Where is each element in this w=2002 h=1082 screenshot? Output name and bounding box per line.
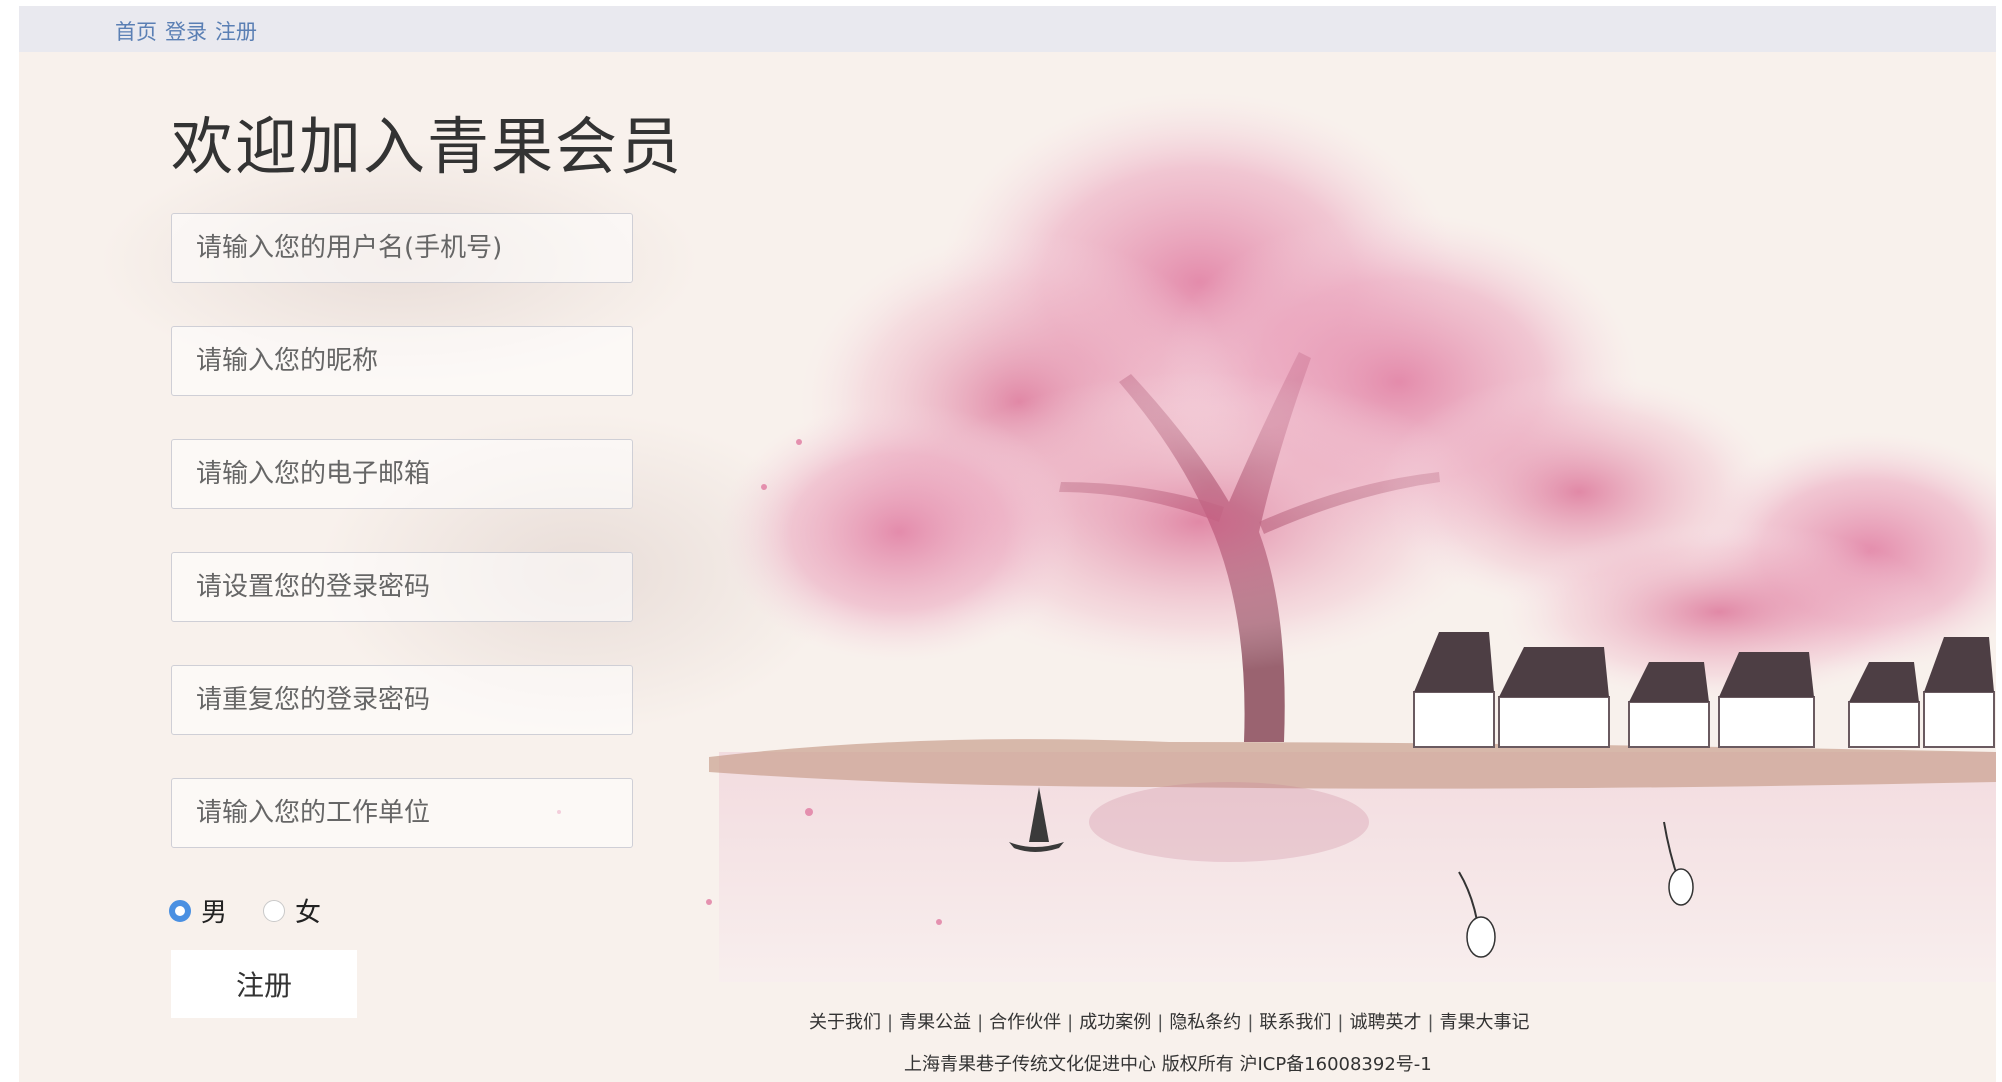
- nickname-field[interactable]: [171, 326, 633, 396]
- gender-option-female[interactable]: 女: [263, 892, 321, 929]
- female-radio[interactable]: [263, 899, 286, 922]
- copyright-notice: 上海青果巷子传统文化促进中心 版权所有 沪ICP备16008392号-1: [904, 1054, 1432, 1075]
- top-nav-links: 首页 登录 注册: [115, 16, 257, 46]
- gender-selector: 男 女: [169, 892, 357, 929]
- footer-link-cases[interactable]: 成功案例: [1079, 1012, 1151, 1033]
- footer-link-contact[interactable]: 联系我们: [1259, 1012, 1331, 1033]
- footer-link-about[interactable]: 关于我们: [809, 1012, 881, 1033]
- email-field[interactable]: [171, 439, 633, 509]
- female-label: 女: [295, 898, 322, 928]
- footer-separator: |: [1247, 1012, 1254, 1033]
- top-nav-bar: 首页 登录 注册: [19, 6, 1996, 52]
- male-label: 男: [201, 898, 228, 928]
- footer-link-partners[interactable]: 合作伙伴: [989, 1012, 1061, 1033]
- password-field[interactable]: [171, 552, 633, 622]
- footer-separator: |: [977, 1012, 984, 1033]
- page-frame: 首页 登录 注册 欢迎加入青果会员 请输入您的用户名(手机号) 请输入您的昵称 …: [19, 6, 1996, 1082]
- register-button[interactable]: 注册: [171, 950, 357, 1018]
- nav-home-link[interactable]: 首页: [115, 16, 157, 46]
- nav-register-link[interactable]: 注册: [215, 16, 257, 46]
- footer-link-careers[interactable]: 诚聘英才: [1349, 1012, 1421, 1033]
- footer-separator: |: [1427, 1012, 1434, 1033]
- password-confirm-field[interactable]: [171, 665, 633, 735]
- nav-login-link[interactable]: 登录: [165, 16, 207, 46]
- footer-separator: |: [1337, 1012, 1344, 1033]
- footer-link-privacy[interactable]: 隐私条约: [1169, 1012, 1241, 1033]
- gender-option-male[interactable]: 男: [169, 892, 227, 929]
- page-title: 欢迎加入青果会员: [171, 110, 684, 183]
- footer-link-milestones[interactable]: 青果大事记: [1440, 1012, 1530, 1033]
- footer-links: 关于我们 | 青果公益 | 合作伙伴 | 成功案例 | 隐私条约 | 联系我们 | 诚聘英才 | 青果大事记: [809, 1008, 1530, 1034]
- male-radio[interactable]: [169, 899, 191, 922]
- footer-link-charity[interactable]: 青果公益: [899, 1012, 971, 1033]
- footer-separator: |: [887, 1012, 894, 1033]
- footer-separator: |: [1067, 1012, 1074, 1033]
- footer-separator: |: [1157, 1012, 1164, 1033]
- workplace-field[interactable]: [171, 778, 633, 848]
- username-field[interactable]: [171, 213, 633, 283]
